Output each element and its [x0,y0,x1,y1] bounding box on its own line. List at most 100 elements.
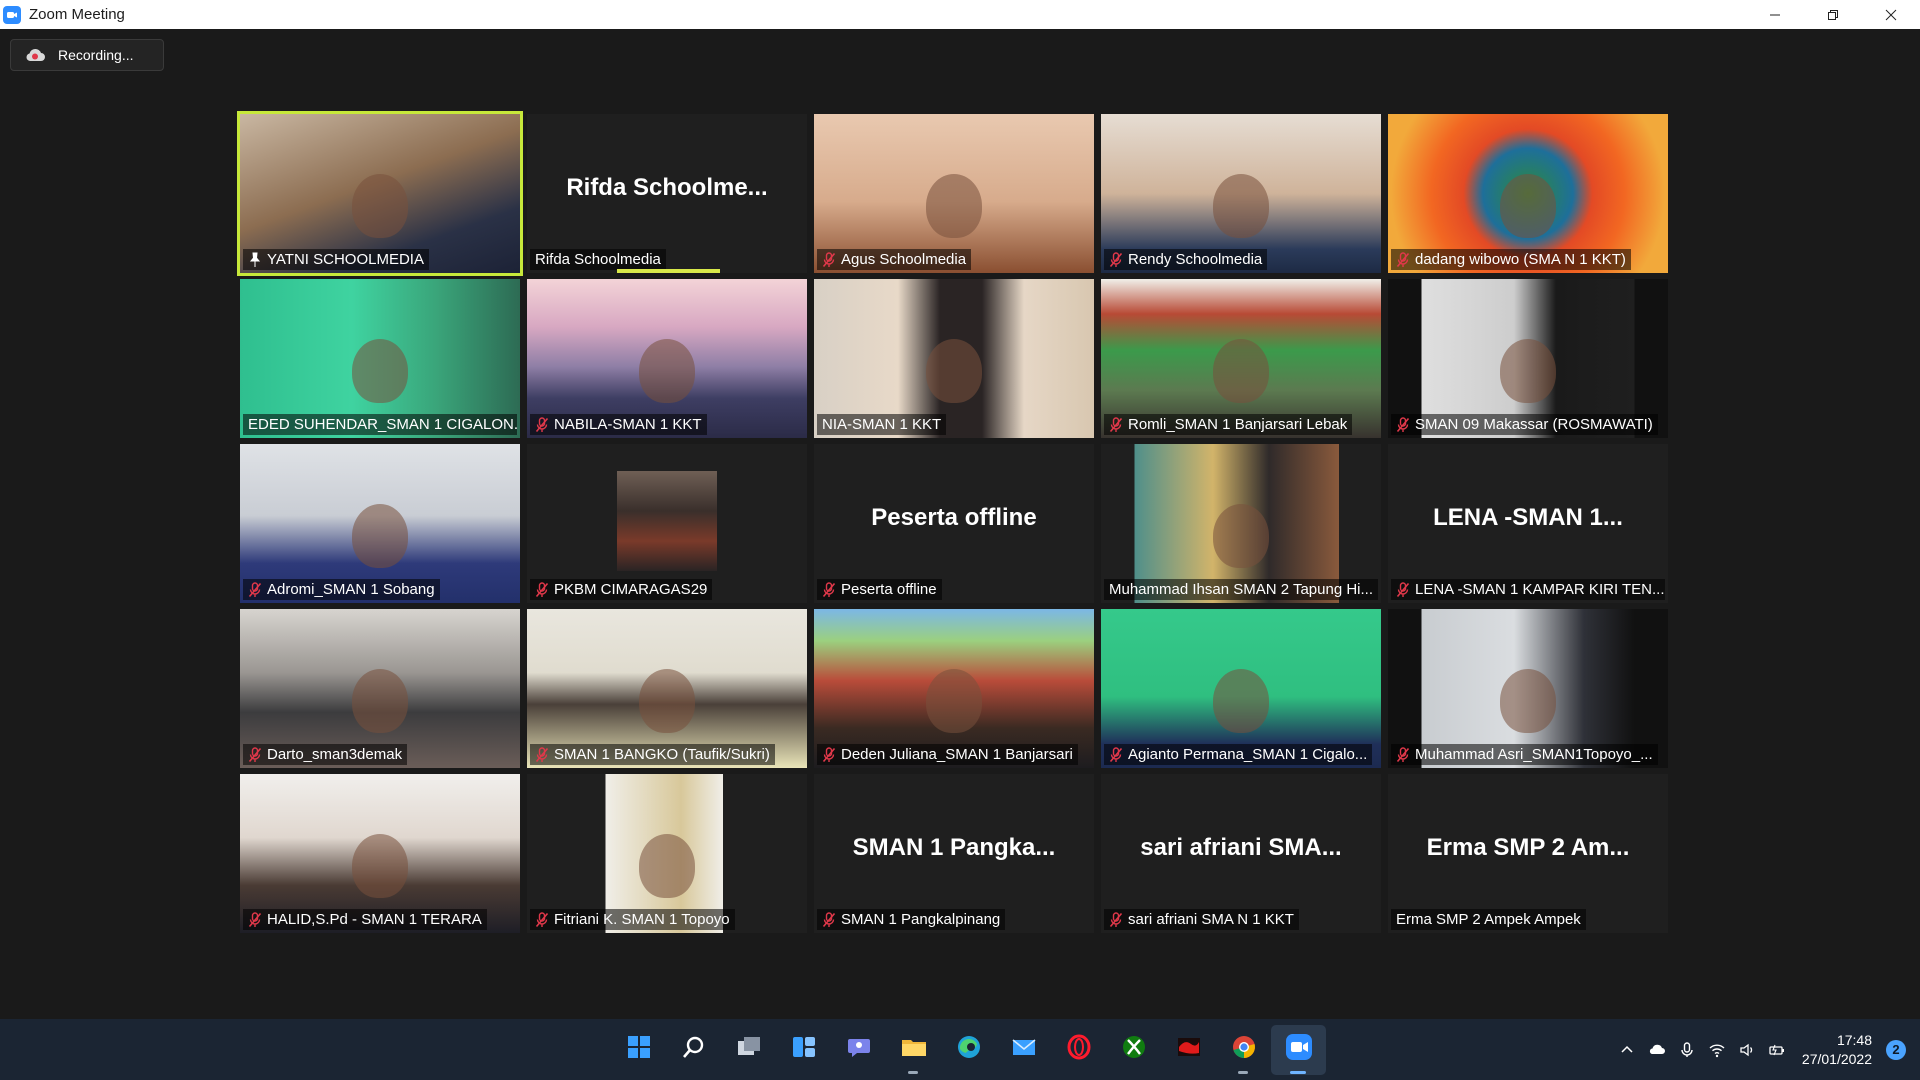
taskbar-button-widgets[interactable] [776,1025,831,1075]
participant-name-label: Rendy Schoolmedia [1104,249,1268,270]
participant-tile[interactable]: Fitriani K. SMAN 1 Topoyo [527,774,807,933]
participant-tile[interactable]: Peserta offline Peserta offline [814,444,1094,603]
meeting-area: Recording... YATNI SCHOOLMEDIA Rifda Scho… [0,29,1920,1019]
muted-mic-icon [1396,251,1410,267]
minimize-button[interactable] [1746,0,1804,29]
participant-tile[interactable]: Adromi_SMAN 1 Sobang [240,444,520,603]
participant-silhouette [352,174,408,239]
participant-display-name: sari afriani SMA... [1140,834,1342,861]
participant-name: PKBM CIMARAGAS29 [554,581,708,598]
muted-mic-icon [1109,911,1123,927]
participant-tile[interactable]: HALID,S.Pd - SMAN 1 TERARA [240,774,520,933]
participant-tile[interactable]: Muhammad Ihsan SMAN 2 Tapung Hi... [1101,444,1381,603]
participant-tile[interactable]: YATNI SCHOOLMEDIA [237,111,523,276]
participant-silhouette [1213,174,1269,239]
taskbar-button-task-view[interactable] [721,1025,776,1075]
participant-tile[interactable]: Muhammad Asri_SMAN1Topoyo_... [1388,609,1668,768]
participant-name-label: Rifda Schoolmedia [530,249,666,270]
participant-silhouette [639,339,695,404]
wifi-icon[interactable] [1703,1036,1731,1064]
taskbar-button-edge[interactable] [941,1025,996,1075]
close-icon [1885,9,1897,20]
participant-name-label: SMAN 1 BANGKO (Taufik/Sukri) [530,744,775,765]
recording-indicator[interactable]: Recording... [10,39,164,71]
participant-display-name: Erma SMP 2 Am... [1426,834,1630,861]
participant-tile[interactable]: Agianto Permana_SMAN 1 Cigalo... [1101,609,1381,768]
participant-tile[interactable]: Darto_sman3demak [240,609,520,768]
participant-silhouette [926,174,982,239]
participant-tile[interactable]: sari afriani SMA... sari afriani SMA N 1 … [1101,774,1381,933]
close-button[interactable] [1862,0,1920,29]
taskbar-button-mail[interactable] [996,1025,1051,1075]
battery-icon[interactable] [1763,1036,1791,1064]
participant-name: SMAN 09 Makassar (ROSMAWATI) [1415,416,1653,433]
participant-name: Agianto Permana_SMAN 1 Cigalo... [1128,746,1368,763]
participant-tile[interactable]: Erma SMP 2 Am... Erma SMP 2 Ampek Ampek [1388,774,1668,933]
participant-name-label: Erma SMP 2 Ampek Ampek [1391,909,1586,930]
participant-name-label: Romli_SMAN 1 Banjarsari Lebak [1104,414,1353,435]
participant-display-name: SMAN 1 Pangka... [852,834,1056,861]
muted-mic-icon [248,581,262,597]
participant-tile[interactable]: Agus Schoolmedia [814,114,1094,273]
taskbar-button-chrome[interactable] [1216,1025,1271,1075]
participant-tile[interactable]: NABILA-SMAN 1 KKT [527,279,807,438]
zoom-icon [1285,1033,1313,1066]
participant-tile[interactable]: LENA -SMAN 1... LENA -SMAN 1 KAMPAR KIRI … [1388,444,1668,603]
onedrive-cloud-icon[interactable] [1643,1036,1671,1064]
participant-tile[interactable]: SMAN 1 BANGKO (Taufik/Sukri) [527,609,807,768]
participant-name: HALID,S.Pd - SMAN 1 TERARA [267,911,482,928]
taskbar-clock[interactable]: 17:48 27/01/2022 [1802,1031,1872,1069]
restore-button[interactable] [1804,0,1862,29]
participant-tile[interactable]: EDED SUHENDAR_SMAN 1 CIGALON... [240,279,520,438]
muted-mic-icon [822,911,836,927]
participant-name: Rendy Schoolmedia [1128,251,1263,268]
participant-silhouette [1213,339,1269,404]
participant-name-label: Agianto Permana_SMAN 1 Cigalo... [1104,744,1373,765]
system-tray: 17:48 27/01/2022 2 [1612,1019,1920,1080]
taskbar-button-start[interactable] [611,1025,666,1075]
participant-silhouette [1500,174,1556,239]
participant-tile[interactable]: Rendy Schoolmedia [1101,114,1381,273]
participant-silhouette [352,669,408,734]
notification-badge[interactable]: 2 [1886,1039,1906,1060]
participant-tile[interactable]: PKBM CIMARAGAS29 [527,444,807,603]
mail-icon [1010,1033,1038,1066]
participant-name: Rifda Schoolmedia [535,251,661,268]
participant-name: SMAN 1 Pangkalpinang [841,911,1001,928]
participant-display-name: Rifda Schoolme... [566,174,768,201]
taskbar-button-opera[interactable] [1051,1025,1106,1075]
taskbar-button-xbox[interactable] [1106,1025,1161,1075]
participant-name: Romli_SMAN 1 Banjarsari Lebak [1128,416,1348,433]
chat-icon [845,1033,873,1066]
participant-silhouette [352,834,408,899]
muted-mic-icon [1396,416,1410,432]
taskbar-button-app-red[interactable] [1161,1025,1216,1075]
taskbar-button-chat[interactable] [831,1025,886,1075]
participant-silhouette [639,834,695,899]
running-indicator [1238,1070,1248,1074]
muted-mic-icon [822,746,836,762]
participant-tile[interactable]: Rifda Schoolme... Rifda Schoolmedia [527,114,807,273]
participant-tile[interactable]: SMAN 1 Pangka... SMAN 1 Pangkalpinang [814,774,1094,933]
taskbar-button-zoom[interactable] [1271,1024,1326,1075]
muted-mic-icon [535,746,549,762]
participant-tile[interactable]: SMAN 09 Makassar (ROSMAWATI) [1388,279,1668,438]
chevron-up-icon[interactable] [1613,1036,1641,1064]
microphone-icon[interactable] [1673,1036,1701,1064]
recording-label: Recording... [58,47,134,63]
participant-name: Agus Schoolmedia [841,251,967,268]
participant-silhouette [1213,669,1269,734]
participant-tile[interactable]: Romli_SMAN 1 Banjarsari Lebak [1101,279,1381,438]
participant-tile[interactable]: NIA-SMAN 1 KKT [814,279,1094,438]
taskbar-button-search[interactable] [666,1025,721,1075]
participant-name-label: Muhammad Asri_SMAN1Topoyo_... [1391,744,1658,765]
taskbar-button-file-explorer[interactable] [886,1025,941,1075]
muted-mic-icon [248,746,262,762]
participant-name-label: NABILA-SMAN 1 KKT [530,414,707,435]
muted-mic-icon [535,581,549,597]
clock-time: 17:48 [1836,1031,1872,1048]
volume-icon[interactable] [1733,1036,1761,1064]
participant-tile[interactable]: Deden Juliana_SMAN 1 Banjarsari [814,609,1094,768]
participant-name-label: NIA-SMAN 1 KKT [817,414,947,435]
participant-tile[interactable]: dadang wibowo (SMA N 1 KKT) [1388,114,1668,273]
